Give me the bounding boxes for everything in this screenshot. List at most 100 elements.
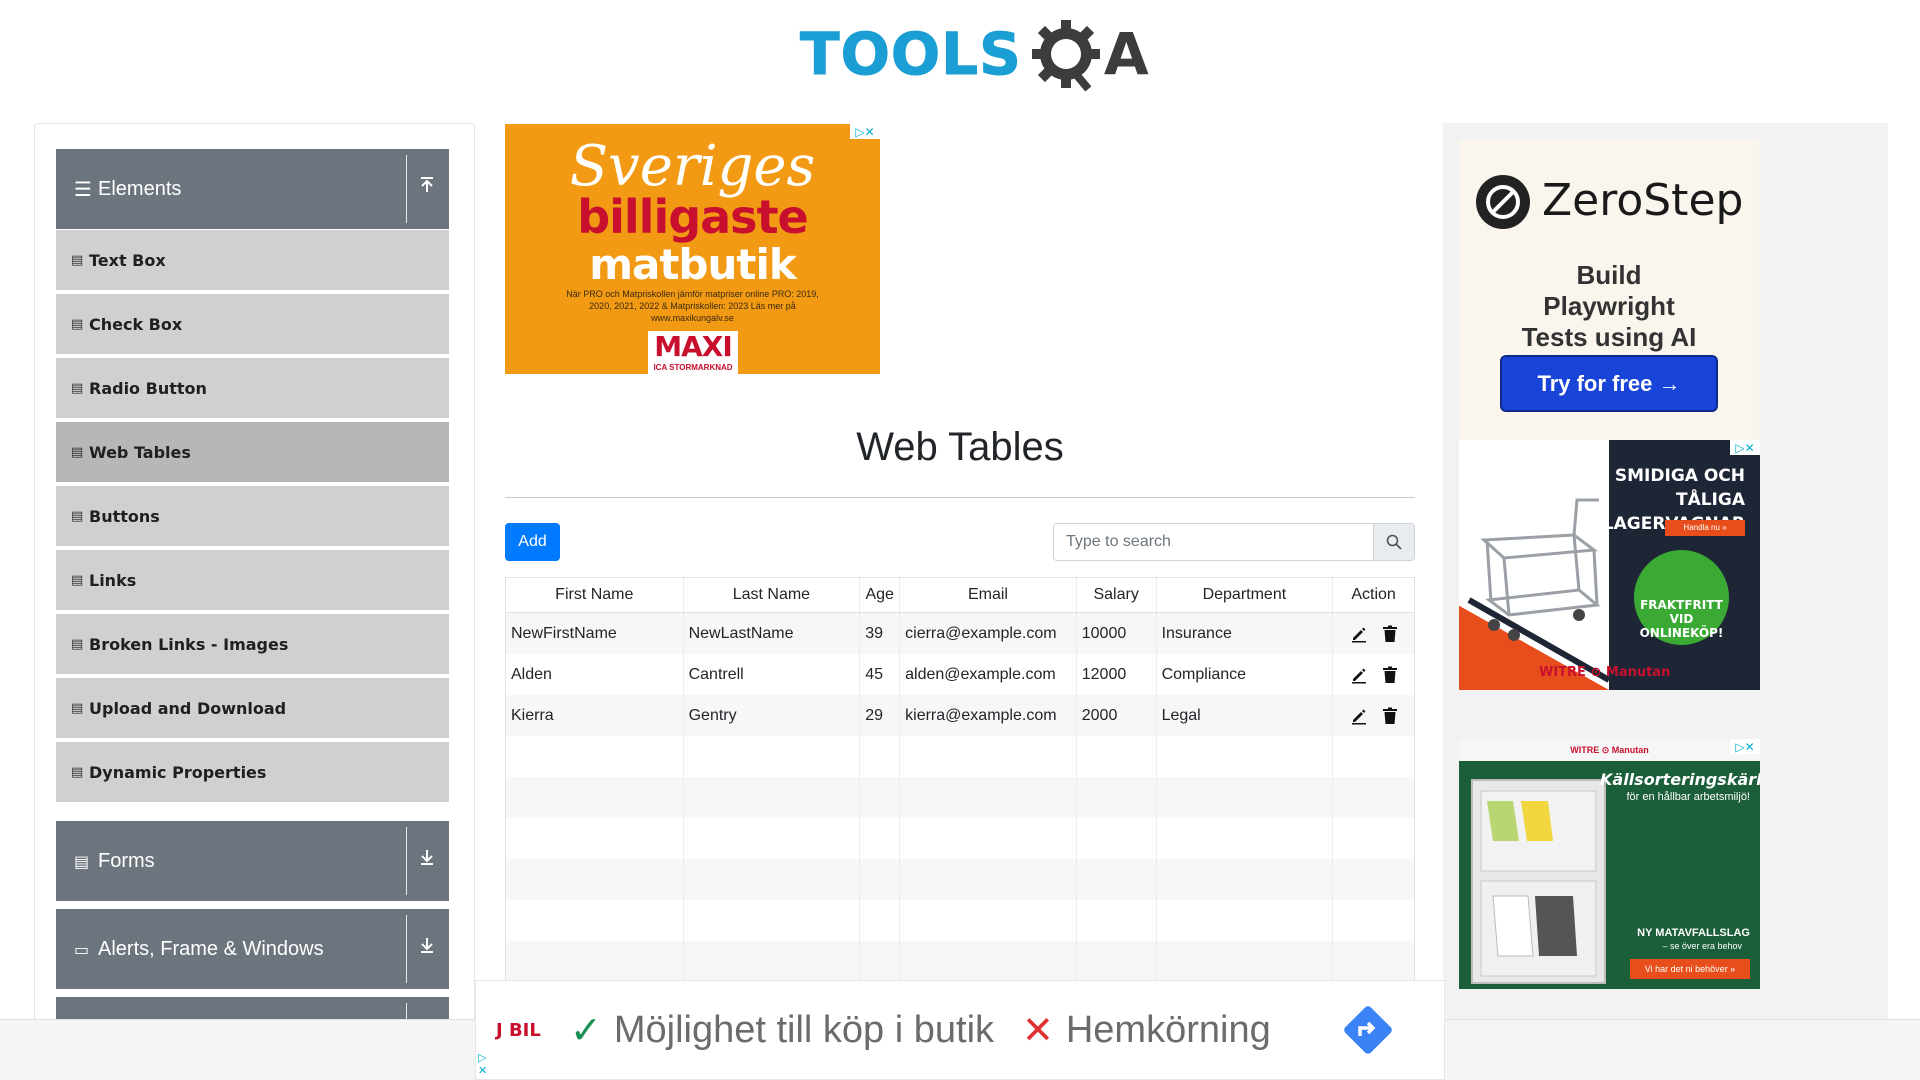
column-header-email[interactable]: Email — [900, 578, 1077, 612]
zerostep-name: ZeroStep — [1542, 175, 1744, 226]
sidebar-item-check-box[interactable]: ▤ Check Box — [56, 294, 449, 355]
ad-banner-maxi[interactable]: Sveriges billigaste matbutik När PRO och… — [505, 124, 880, 374]
cell-department: Legal — [1157, 695, 1334, 736]
delete-trash-icon[interactable] — [1382, 666, 1398, 684]
table-row-empty — [506, 859, 1414, 900]
ad-zerostep[interactable]: ZeroStep Build Playwright Tests using AI… — [1459, 140, 1759, 440]
edit-pencil-icon[interactable] — [1350, 625, 1368, 643]
cell-last-name: NewLastName — [684, 613, 861, 654]
ad-brand-sub: ICA STORMARKNAD — [653, 363, 733, 372]
divider — [505, 497, 1415, 498]
cell-age: 39 — [860, 613, 901, 654]
sidebar-item-web-tables[interactable]: ▤ Web Tables — [56, 422, 449, 483]
sidebar-group-label: Elements — [98, 177, 182, 200]
sidebar-item-label: Dynamic Properties — [89, 762, 267, 782]
cell-salary: 10000 — [1077, 613, 1157, 654]
cell-department: Compliance — [1157, 654, 1334, 695]
list-icon: ▤ — [71, 636, 84, 652]
ad-choices-close-icon[interactable]: ▷✕ — [850, 124, 880, 139]
search-button[interactable] — [1373, 524, 1414, 560]
sidebar-item-label: Broken Links - Images — [89, 634, 289, 654]
table-row-empty — [506, 777, 1414, 818]
sidebar-group-elements[interactable]: ☰ Elements — [56, 149, 449, 229]
ad-cart-cta[interactable]: Handla nu » — [1665, 520, 1745, 536]
table-row-empty — [506, 900, 1414, 941]
table-row-empty — [506, 818, 1414, 859]
sidebar-item-label: Check Box — [89, 314, 183, 334]
search-input[interactable] — [1054, 524, 1373, 560]
divider — [406, 827, 407, 895]
cell-action — [1333, 695, 1414, 736]
try-for-free-button[interactable]: Try for free → — [1500, 355, 1718, 412]
list-icon: ▤ — [71, 380, 84, 396]
table-body: NewFirstName NewLastName 39 cierra@examp… — [506, 613, 1414, 986]
ad-small-text: När PRO och Matpriskollen jämför matpris… — [566, 289, 819, 323]
column-header-salary[interactable]: Salary — [1077, 578, 1157, 612]
list-icon: ▤ — [71, 444, 84, 460]
list-icon: ▤ — [71, 572, 84, 588]
ad-no-text: Hemkörning — [1065, 1008, 1271, 1051]
cell-first-name: NewFirstName — [506, 613, 684, 654]
cell-salary: 2000 — [1077, 695, 1157, 736]
bins-image — [1471, 779, 1606, 984]
ad-brand-jbil: J BIL — [496, 1019, 541, 1041]
ad-choices-close-icon[interactable]: ▷✕ — [1730, 440, 1760, 455]
ad-choices-close-icon[interactable]: ▷✕ — [478, 1051, 487, 1077]
sidebar-item-text-box[interactable]: ▤ Text Box — [56, 230, 449, 291]
sidebar-group-alerts[interactable]: ▭ Alerts, Frame & Windows — [56, 909, 449, 989]
form-icon: ▤ — [74, 851, 90, 871]
table-row-empty — [506, 941, 1414, 982]
edit-pencil-icon[interactable] — [1350, 666, 1368, 684]
sidebar-item-label: Links — [89, 570, 137, 590]
ad-bins-brand: WITRE ⊙ Manutan — [1459, 739, 1760, 761]
ad-bins-cta[interactable]: Vi har det ni behöver » — [1630, 959, 1750, 979]
left-sidebar: ☰ Elements ▤ Text Box ▤ Check Box ▤ Radi… — [34, 123, 475, 1023]
sidebar-item-broken-links[interactable]: ▤ Broken Links - Images — [56, 614, 449, 675]
page: TOOLS A ☰ Elements ▤ Text Box ▤ Check Bo… — [0, 0, 1920, 1080]
edit-pencil-icon[interactable] — [1350, 707, 1368, 725]
directions-icon[interactable] — [1342, 1004, 1394, 1056]
delete-trash-icon[interactable] — [1382, 625, 1398, 643]
column-header-last-name[interactable]: Last Name — [684, 578, 861, 612]
expand-arrow-down-icon[interactable] — [413, 845, 441, 877]
logo-text-tools: TOOLS — [800, 20, 1022, 89]
toolsqa-logo[interactable]: TOOLS A — [800, 14, 1149, 94]
sidebar-item-upload-download[interactable]: ▤ Upload and Download — [56, 678, 449, 739]
column-header-department[interactable]: Department — [1157, 578, 1334, 612]
cell-email: cierra@example.com — [900, 613, 1077, 654]
web-table: First Name Last Name Age Email Salary De… — [505, 577, 1415, 987]
ad-kallsortering[interactable]: WITRE ⊙ Manutan Källsorteringskärl för e… — [1459, 739, 1760, 989]
ad-choices-close-icon[interactable]: ▷✕ — [1730, 739, 1760, 754]
zerostep-logo-icon — [1476, 175, 1530, 229]
sidebar-group-forms[interactable]: ▤ Forms — [56, 821, 449, 901]
expand-arrow-down-icon[interactable] — [413, 933, 441, 965]
sidebar-item-label: Upload and Download — [89, 698, 287, 718]
sidebar-item-buttons[interactable]: ▤ Buttons — [56, 486, 449, 547]
search-icon — [1386, 534, 1402, 550]
table-row-empty — [506, 736, 1414, 777]
cell-first-name: Alden — [506, 654, 684, 695]
bottom-sticky-ad[interactable]: J BIL ✓ Möjlighet till köp i butik ✕ Hem… — [475, 980, 1445, 1080]
sidebar-item-label: Buttons — [89, 506, 160, 526]
column-header-first-name[interactable]: First Name — [506, 578, 684, 612]
sidebar-item-label: Web Tables — [89, 442, 191, 462]
sidebar-item-links[interactable]: ▤ Links — [56, 550, 449, 611]
add-button[interactable]: Add — [505, 523, 560, 561]
list-icon: ▤ — [71, 764, 84, 780]
sidebar-item-radio-button[interactable]: ▤ Radio Button — [56, 358, 449, 419]
hamburger-icon: ☰ — [74, 177, 92, 201]
column-header-age[interactable]: Age — [860, 578, 901, 612]
zerostep-tagline: Build Playwright Tests using AI — [1521, 260, 1697, 352]
sidebar-group-label: Forms — [98, 849, 155, 872]
window-icon: ▭ — [74, 939, 90, 959]
list-icon: ▤ — [71, 252, 84, 268]
delete-trash-icon[interactable] — [1382, 707, 1398, 725]
ad-lagervagnar[interactable]: SMIDIGA OCH TÅLIGA LAGERVAGNAR Handla nu… — [1459, 440, 1760, 690]
column-header-action[interactable]: Action — [1333, 578, 1414, 612]
cell-action — [1333, 613, 1414, 654]
page-title: Web Tables — [856, 425, 1064, 469]
divider — [406, 155, 407, 223]
cross-icon: ✕ — [1022, 1008, 1054, 1052]
collapse-arrow-up-icon[interactable] — [413, 173, 441, 205]
sidebar-item-dynamic-properties[interactable]: ▤ Dynamic Properties — [56, 742, 449, 803]
